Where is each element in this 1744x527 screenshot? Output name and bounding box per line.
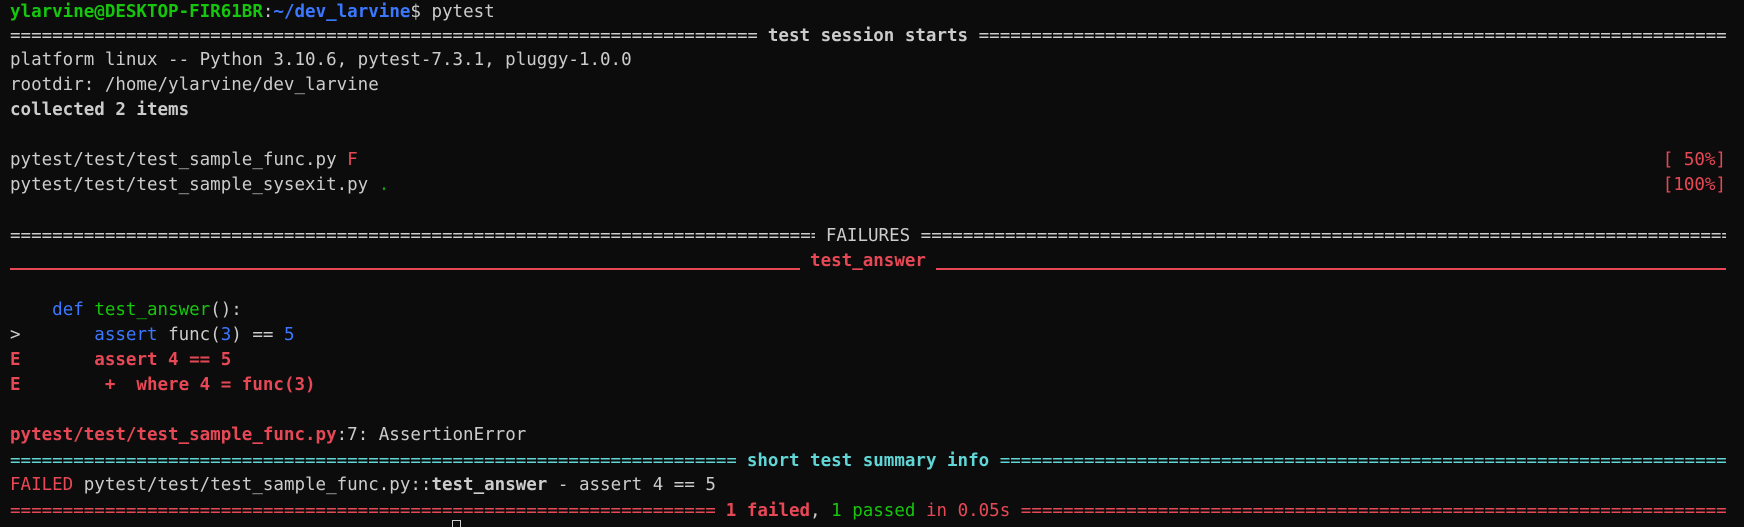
rule-right: ========================================… [920, 225, 1726, 246]
summary-header-rule: ========================================… [10, 448, 1726, 473]
prompt-user-host: ylarvine@DESKTOP-FIR61BR [10, 2, 263, 22]
function-name: test_answer [94, 300, 211, 320]
terminal-window[interactable]: ylarvine@DESKTOP-FIR61BR:~/dev_larvine$ … [0, 0, 1744, 527]
rule-right: ========================================… [978, 25, 1726, 46]
result-row-2: pytest/test/test_sample_sysexit.py . [10, 173, 389, 198]
prompt-symbol: $ [410, 2, 432, 22]
failed-label: FAILED [10, 475, 84, 495]
failures-header-title: FAILURES [815, 225, 921, 246]
test-header-title: test_answer [799, 250, 937, 271]
failed-test-name: test_answer [431, 475, 548, 495]
rule-left: ========================================… [10, 450, 737, 471]
final-failed-count: 1 failed [725, 500, 811, 521]
error-prefix: E [10, 350, 95, 370]
result-status: F [347, 150, 358, 170]
code-def-line: def test_answer(): [10, 298, 242, 323]
error-rest: :7: AssertionError [336, 425, 527, 445]
prompt-command: pytest [431, 2, 495, 22]
session-header-title: test session starts [757, 25, 979, 46]
test-header-rule: test_answer [10, 248, 1726, 273]
result-progress-1: [ 50%] [1662, 150, 1726, 170]
assert-mid: ) == [231, 325, 284, 345]
error-text: assert 4 == 5 [94, 350, 232, 370]
command-prompt-line: ylarvine@DESKTOP-FIR61BR:~/dev_larvine$ … [10, 0, 495, 25]
error-line-2: E + where 4 = func(3) [10, 373, 316, 398]
code-assert-line: > assert func(3) == 5 [10, 323, 295, 348]
result-row-1: pytest/test/test_sample_func.py F [10, 148, 358, 173]
rule-left: ========================================… [10, 225, 815, 246]
prompt-separator: : [262, 2, 274, 22]
assert-prefix: > [10, 325, 95, 345]
error-line-1: E assert 4 == 5 [10, 348, 231, 373]
rule-left: ========================================… [10, 500, 716, 521]
final-time: in 0.05s [915, 500, 1011, 521]
rule-left [10, 267, 800, 270]
result-progress-2: [100%] [1662, 175, 1726, 195]
rootdir-info: rootdir: /home/ylarvine/dev_larvine [10, 75, 379, 95]
assert-arg: 3 [220, 325, 232, 345]
error-file: pytest/test/test_sample_func.py [10, 425, 337, 445]
session-header-rule: ========================================… [10, 23, 1726, 48]
final-result-rule: ========================================… [10, 498, 1726, 523]
error-location-line: pytest/test/test_sample_func.py:7: Asser… [10, 423, 526, 448]
failed-summary-line: FAILED pytest/test/test_sample_func.py::… [10, 473, 716, 498]
prompt-path: ~/dev_larvine [273, 2, 411, 22]
final-passed-count: 1 passed [831, 500, 916, 521]
terminal-cursor [452, 520, 461, 527]
summary-header-title: short test summary info [736, 450, 1000, 471]
error-prefix: E [10, 375, 105, 395]
failures-header-rule: ========================================… [10, 223, 1726, 248]
rule-right: ========================================… [1020, 500, 1726, 521]
result-file: pytest/test/test_sample_sysexit.py [10, 175, 379, 195]
assert-value: 5 [283, 325, 295, 345]
result-status: . [378, 175, 390, 195]
result-file: pytest/test/test_sample_func.py [10, 150, 348, 170]
rule-left: ========================================… [10, 25, 758, 46]
def-rest: (): [210, 300, 242, 320]
rule-right: ========================================… [999, 450, 1726, 471]
error-text: + where 4 = func(3) [104, 375, 316, 395]
assert-call: func( [168, 325, 221, 345]
keyword-assert: assert [94, 325, 169, 345]
final-comma: , [810, 500, 832, 521]
failed-rest: - assert 4 == 5 [547, 475, 716, 495]
failed-path: pytest/test/test_sample_func.py:: [83, 475, 432, 495]
keyword-def: def [52, 300, 95, 320]
platform-info: platform linux -- Python 3.10.6, pytest-… [10, 50, 632, 70]
rule-right [936, 267, 1726, 270]
collected-info: collected 2 items [10, 100, 190, 120]
